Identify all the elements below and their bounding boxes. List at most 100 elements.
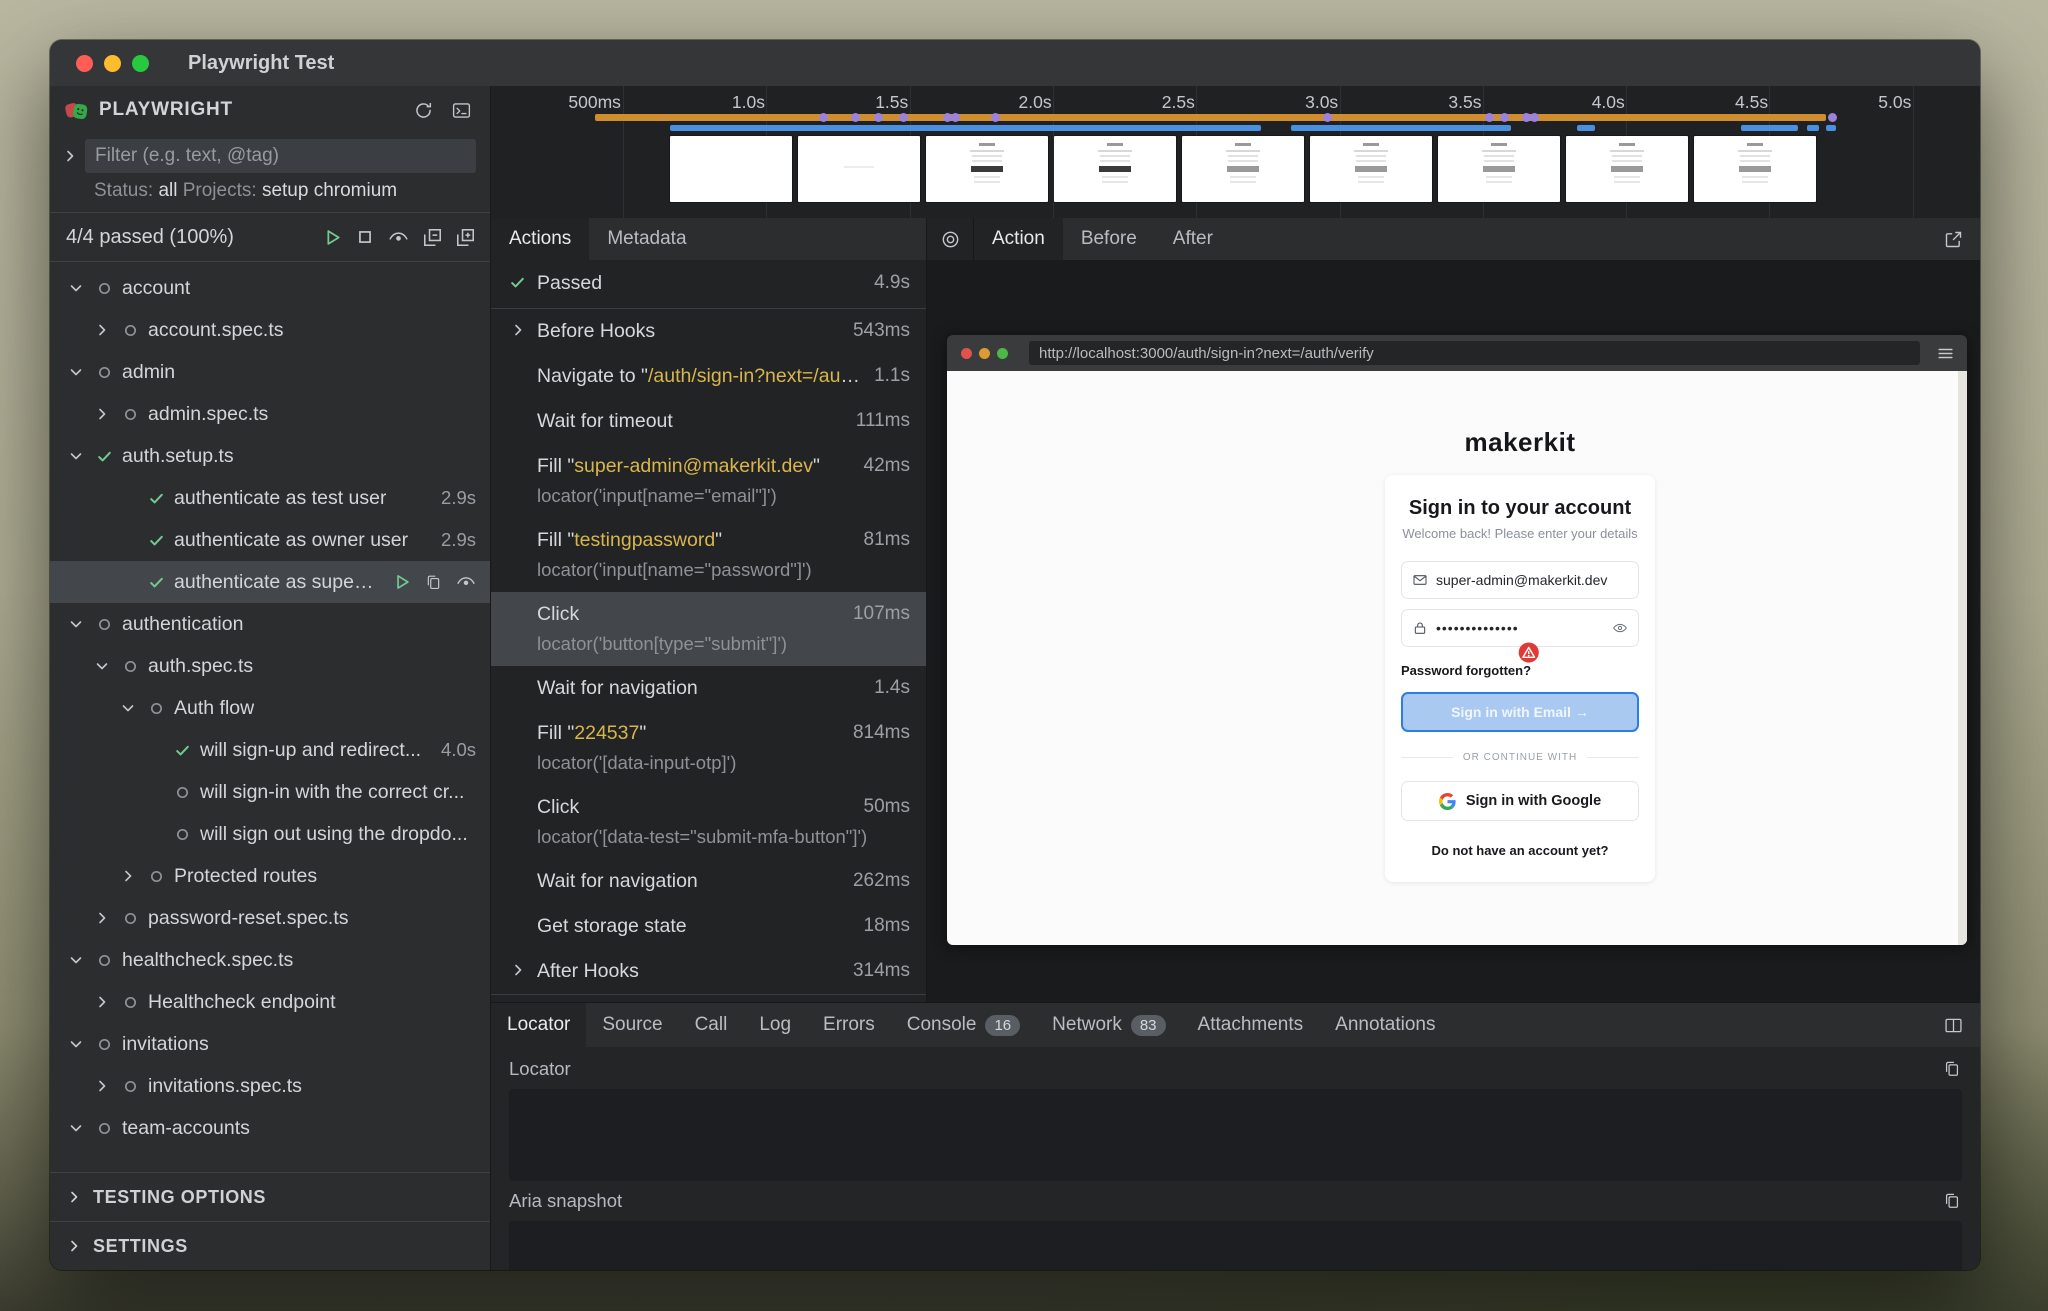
bottom-tab-console[interactable]: Console16 bbox=[891, 1003, 1036, 1047]
snapshot-tab-after[interactable]: After bbox=[1155, 218, 1231, 260]
chevron-down-icon[interactable] bbox=[92, 658, 112, 674]
chevron-right-icon[interactable] bbox=[92, 1078, 112, 1094]
tree-item[interactable]: admin bbox=[50, 351, 490, 393]
stop-button[interactable] bbox=[356, 228, 374, 246]
signup-link[interactable]: Do not have an account yet? bbox=[1401, 843, 1639, 858]
open-snapshot-external-button[interactable] bbox=[1943, 218, 1980, 260]
signin-google-button[interactable]: Sign in with Google bbox=[1401, 781, 1639, 821]
chevron-right-icon[interactable] bbox=[504, 320, 531, 338]
tree-item[interactable]: healthcheck.spec.ts bbox=[50, 939, 490, 981]
copy-aria-snapshot-button[interactable] bbox=[1942, 1191, 1962, 1211]
tree-item[interactable]: Protected routes bbox=[50, 855, 490, 897]
tree-item[interactable]: admin.spec.ts bbox=[50, 393, 490, 435]
action-row[interactable]: Before Hooks543ms bbox=[491, 309, 926, 354]
chevron-right-icon[interactable] bbox=[92, 910, 112, 926]
play-icon[interactable] bbox=[393, 573, 411, 591]
bottom-tab-network[interactable]: Network83 bbox=[1036, 1003, 1181, 1047]
aria-snapshot-textarea[interactable] bbox=[509, 1221, 1962, 1270]
chevron-down-icon[interactable] bbox=[66, 1120, 86, 1136]
copy-icon[interactable] bbox=[424, 573, 443, 592]
chevron-down-icon[interactable] bbox=[118, 700, 138, 716]
timeline-thumbnail[interactable] bbox=[1566, 136, 1688, 202]
action-row[interactable]: Passed4.9s bbox=[491, 260, 926, 309]
filter-expand-chevron-icon[interactable] bbox=[62, 148, 78, 164]
page-scrollbar[interactable] bbox=[1958, 371, 1967, 945]
zoom-window-button[interactable] bbox=[132, 55, 149, 72]
action-row[interactable]: Navigate to "/auth/sign-in?next=/aut...1… bbox=[491, 354, 926, 399]
chevron-right-icon[interactable] bbox=[504, 960, 531, 978]
action-row[interactable]: Fill "testingpassword"81mslocator('input… bbox=[491, 518, 926, 592]
minimize-window-button[interactable] bbox=[104, 55, 121, 72]
timeline-thumbnail[interactable] bbox=[1694, 136, 1816, 202]
tree-item[interactable]: password-reset.spec.ts bbox=[50, 897, 490, 939]
timeline-thumbnail[interactable] bbox=[1182, 136, 1304, 202]
split-view-button[interactable] bbox=[1943, 1003, 1980, 1047]
signin-email-button[interactable]: Sign in with Email → bbox=[1401, 692, 1639, 732]
bottom-tab-errors[interactable]: Errors bbox=[807, 1003, 891, 1047]
chevron-right-icon[interactable] bbox=[92, 994, 112, 1010]
expand-all-button[interactable] bbox=[456, 228, 475, 247]
action-row[interactable]: Fill "super-admin@makerkit.dev"42mslocat… bbox=[491, 444, 926, 518]
snapshot-area[interactable]: http://localhost:3000/auth/sign-in?next=… bbox=[927, 260, 1980, 1002]
email-input[interactable]: super-admin@makerkit.dev bbox=[1401, 561, 1639, 599]
snapshot-tab-before[interactable]: Before bbox=[1063, 218, 1155, 260]
tree-item[interactable]: auth.setup.ts bbox=[50, 435, 490, 477]
timeline-thumbnail[interactable] bbox=[670, 136, 792, 202]
tree-item[interactable]: team-accounts bbox=[50, 1107, 490, 1149]
snapshot-tab-action[interactable]: Action bbox=[974, 218, 1063, 260]
tree-item[interactable]: will sign out using the dropdo... bbox=[50, 813, 490, 855]
collapse-all-button[interactable] bbox=[423, 228, 442, 247]
chevron-down-icon[interactable] bbox=[66, 448, 86, 464]
copy-locator-button[interactable] bbox=[1942, 1059, 1962, 1079]
timeline-thumbnail[interactable] bbox=[1054, 136, 1176, 202]
eye-icon[interactable] bbox=[456, 572, 476, 592]
chevron-down-icon[interactable] bbox=[66, 1036, 86, 1052]
bottom-tab-source[interactable]: Source bbox=[586, 1003, 678, 1047]
action-row[interactable]: Fill "224537"814mslocator('[data-input-o… bbox=[491, 711, 926, 785]
section-settings[interactable]: SETTINGS bbox=[50, 1221, 490, 1270]
locator-textarea[interactable] bbox=[509, 1089, 1962, 1181]
close-window-button[interactable] bbox=[76, 55, 93, 72]
watch-all-button[interactable] bbox=[388, 227, 409, 248]
timeline[interactable]: 500ms1.0s1.5s2.0s2.5s3.0s3.5s4.0s4.5s5.0… bbox=[491, 86, 1980, 218]
reload-tests-button[interactable] bbox=[413, 100, 434, 121]
bottom-tab-attachments[interactable]: Attachments bbox=[1182, 1003, 1320, 1047]
forgot-password-link[interactable]: Password forgotten? bbox=[1401, 663, 1639, 678]
actions-tab-actions[interactable]: Actions bbox=[491, 218, 589, 260]
chevron-right-icon[interactable] bbox=[92, 406, 112, 422]
tree-item[interactable]: account.spec.ts bbox=[50, 309, 490, 351]
tree-item[interactable]: account bbox=[50, 267, 490, 309]
tree-item[interactable]: Auth flow bbox=[50, 687, 490, 729]
toggle-password-visibility-button[interactable] bbox=[1612, 620, 1628, 636]
open-terminal-button[interactable] bbox=[451, 100, 472, 121]
action-row[interactable]: Wait for navigation262ms bbox=[491, 859, 926, 904]
tree-item[interactable]: invitations bbox=[50, 1023, 490, 1065]
tree-item[interactable]: will sign-in with the correct cr... bbox=[50, 771, 490, 813]
timeline-thumbnail[interactable] bbox=[1438, 136, 1560, 202]
timeline-thumbnail[interactable] bbox=[798, 136, 920, 202]
bottom-tab-locator[interactable]: Locator bbox=[491, 1003, 586, 1047]
bottom-tab-call[interactable]: Call bbox=[679, 1003, 744, 1047]
chevron-down-icon[interactable] bbox=[66, 952, 86, 968]
timeline-thumbnail[interactable] bbox=[1310, 136, 1432, 202]
chevron-down-icon[interactable] bbox=[66, 364, 86, 380]
tree-item[interactable]: authenticate as super-... bbox=[50, 561, 490, 603]
tree-item[interactable]: invitations.spec.ts bbox=[50, 1065, 490, 1107]
bottom-tab-annotations[interactable]: Annotations bbox=[1319, 1003, 1451, 1047]
action-row[interactable]: Wait for timeout111ms bbox=[491, 399, 926, 444]
action-row[interactable]: Click50mslocator('[data-test="submit-mfa… bbox=[491, 785, 926, 859]
action-row[interactable]: Wait for navigation1.4s bbox=[491, 666, 926, 711]
tree-item[interactable]: auth.spec.ts bbox=[50, 645, 490, 687]
actions-tab-metadata[interactable]: Metadata bbox=[589, 218, 704, 260]
timeline-test-bar[interactable] bbox=[595, 114, 1826, 121]
action-row[interactable]: Get storage state18ms bbox=[491, 904, 926, 949]
filter-input[interactable] bbox=[85, 139, 476, 173]
tree-item[interactable]: will sign-up and redirect...4.0s bbox=[50, 729, 490, 771]
tree-item[interactable]: authenticate as test user2.9s bbox=[50, 477, 490, 519]
section-testing-options[interactable]: TESTING OPTIONS bbox=[50, 1172, 490, 1221]
chevron-right-icon[interactable] bbox=[92, 322, 112, 338]
bottom-tab-log[interactable]: Log bbox=[743, 1003, 807, 1047]
chevron-right-icon[interactable] bbox=[118, 868, 138, 884]
chevron-down-icon[interactable] bbox=[66, 616, 86, 632]
action-row[interactable]: Click107mslocator('button[type="submit"]… bbox=[491, 592, 926, 666]
